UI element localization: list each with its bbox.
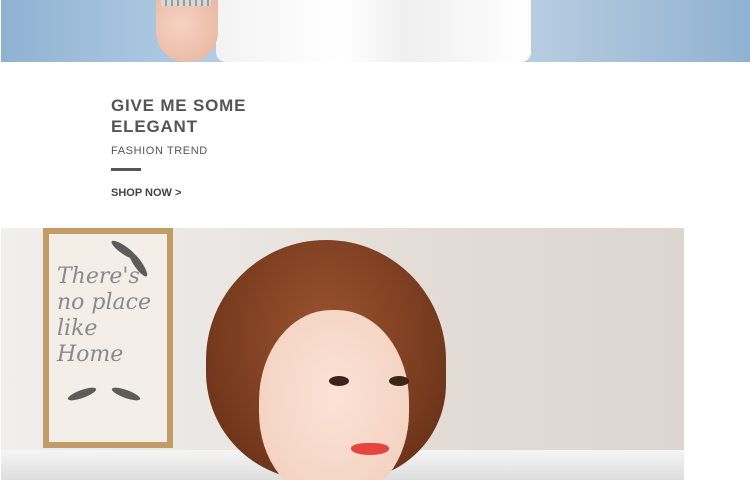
- frame-text: There's no place like Home: [57, 264, 151, 367]
- bracelet: [161, 0, 211, 6]
- promo-text-block: GIVE ME SOME ELEGANT FASHION TREND SHOP …: [111, 95, 246, 201]
- model-lips: [351, 443, 389, 455]
- leaf-icon: [110, 385, 142, 403]
- model-face: [259, 310, 409, 480]
- leaf-icon: [66, 385, 98, 403]
- eye-right: [389, 376, 409, 386]
- frame-art: There's no place like Home: [49, 234, 167, 442]
- model-photo: There's no place like Home: [1, 228, 684, 480]
- hand: [156, 0, 218, 62]
- divider: [111, 168, 141, 171]
- white-shirt: [216, 0, 531, 62]
- wall-frame: There's no place like Home: [43, 228, 173, 448]
- eye-left: [329, 376, 349, 386]
- headline-line-2: ELEGANT: [111, 117, 198, 136]
- subline: FASHION TREND: [111, 145, 208, 157]
- shop-now-link[interactable]: SHOP NOW >: [111, 187, 181, 199]
- headline-line-1: GIVE ME SOME: [111, 96, 247, 115]
- top-product-photo: [1, 0, 750, 62]
